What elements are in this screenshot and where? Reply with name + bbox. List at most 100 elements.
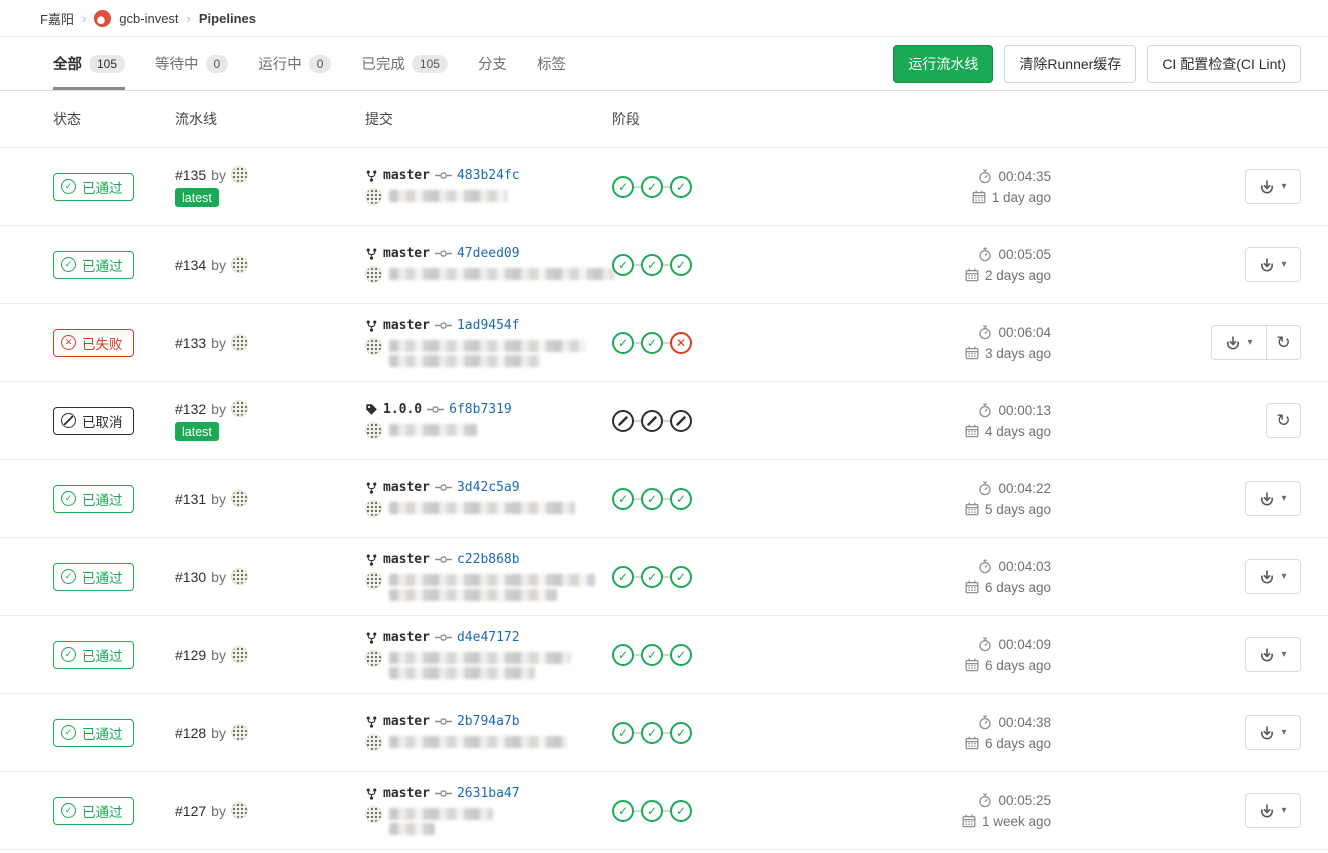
commit-sha-link[interactable]: 47deed09 <box>457 246 520 261</box>
artifacts-button[interactable]: ▾ <box>1245 247 1301 282</box>
stage-icon[interactable]: ✓ <box>641 488 663 510</box>
ref-link[interactable]: master <box>383 786 430 801</box>
ref-link[interactable]: master <box>383 480 430 495</box>
ref-link[interactable]: master <box>383 168 430 183</box>
ref-link[interactable]: master <box>383 630 430 645</box>
tab-all[interactable]: 全部 105 <box>53 37 125 90</box>
stage-icon[interactable]: ✕ <box>670 332 692 354</box>
user-avatar[interactable] <box>231 400 248 417</box>
status-badge[interactable]: ✓ 已通过 <box>53 797 134 825</box>
user-avatar[interactable] <box>231 166 248 183</box>
committer-avatar[interactable] <box>365 650 382 667</box>
tab-finished[interactable]: 已完成 105 <box>361 37 448 90</box>
commit-sha-link[interactable]: 1ad9454f <box>457 318 520 333</box>
tab-branches[interactable]: 分支 <box>478 37 507 90</box>
commit-sha-link[interactable]: 3d42c5a9 <box>457 480 520 495</box>
artifacts-button[interactable]: ▾ <box>1245 637 1301 672</box>
stage-icon[interactable]: ✓ <box>612 566 634 588</box>
clear-runner-cache-button[interactable]: 清除Runner缓存 <box>1004 45 1136 83</box>
user-avatar[interactable] <box>231 568 248 585</box>
stage-icon[interactable]: ✓ <box>641 800 663 822</box>
project-avatar[interactable] <box>94 10 111 27</box>
status-badge[interactable]: ✓ 已通过 <box>53 719 134 747</box>
user-avatar[interactable] <box>231 802 248 819</box>
commit-sha-link[interactable]: c22b868b <box>457 552 520 567</box>
status-badge[interactable]: ✓ 已通过 <box>53 485 134 513</box>
ref-link[interactable]: master <box>383 552 430 567</box>
artifacts-button[interactable]: ▾ <box>1245 793 1301 828</box>
status-badge[interactable]: ✓ 已通过 <box>53 641 134 669</box>
ref-link[interactable]: master <box>383 714 430 729</box>
artifacts-button[interactable]: ▾ <box>1245 481 1301 516</box>
ci-lint-button[interactable]: CI 配置检查(CI Lint) <box>1147 45 1301 83</box>
artifacts-button[interactable]: ▾ <box>1211 325 1267 360</box>
stage-icon[interactable] <box>670 410 692 432</box>
commit-sha-link[interactable]: d4e47172 <box>457 630 520 645</box>
ref-link[interactable]: master <box>383 246 430 261</box>
stage-icon[interactable]: ✓ <box>670 176 692 198</box>
stage-icon[interactable]: ✓ <box>612 722 634 744</box>
committer-avatar[interactable] <box>365 266 382 283</box>
ref-link[interactable]: master <box>383 318 430 333</box>
status-badge[interactable]: ✓ 已通过 <box>53 251 134 279</box>
stage-icon[interactable]: ✓ <box>641 644 663 666</box>
commit-sha-link[interactable]: 2b794a7b <box>457 714 520 729</box>
artifacts-button[interactable]: ▾ <box>1245 715 1301 750</box>
committer-avatar[interactable] <box>365 422 382 439</box>
stage-icon[interactable]: ✓ <box>612 254 634 276</box>
stage-icon[interactable]: ✓ <box>641 176 663 198</box>
commit-sha-link[interactable]: 483b24fc <box>457 168 520 183</box>
tab-tags[interactable]: 标签 <box>537 37 566 90</box>
pipeline-id-link[interactable]: #130 <box>175 569 206 585</box>
user-avatar[interactable] <box>231 256 248 273</box>
stage-icon[interactable] <box>612 410 634 432</box>
stage-icon[interactable]: ✓ <box>641 254 663 276</box>
pipeline-id-link[interactable]: #129 <box>175 647 206 663</box>
tab-pending[interactable]: 等待中 0 <box>155 37 228 90</box>
committer-avatar[interactable] <box>365 338 382 355</box>
stage-icon[interactable]: ✓ <box>670 722 692 744</box>
stage-icon[interactable]: ✓ <box>612 644 634 666</box>
user-avatar[interactable] <box>231 334 248 351</box>
status-badge[interactable]: ✓ 已通过 <box>53 173 134 201</box>
stage-icon[interactable]: ✓ <box>670 488 692 510</box>
stage-icon[interactable]: ✓ <box>641 332 663 354</box>
status-badge[interactable]: ✓ 已通过 <box>53 563 134 591</box>
pipeline-id-link[interactable]: #135 <box>175 167 206 183</box>
stage-icon[interactable]: ✓ <box>670 254 692 276</box>
stage-icon[interactable]: ✓ <box>641 722 663 744</box>
stage-icon[interactable]: ✓ <box>612 332 634 354</box>
stage-icon[interactable] <box>641 410 663 432</box>
breadcrumb-project-link[interactable]: gcb-invest <box>119 11 178 26</box>
pipeline-id-link[interactable]: #134 <box>175 257 206 273</box>
stage-icon[interactable]: ✓ <box>612 176 634 198</box>
stage-icon[interactable]: ✓ <box>641 566 663 588</box>
user-avatar[interactable] <box>231 724 248 741</box>
pipeline-id-link[interactable]: #127 <box>175 803 206 819</box>
artifacts-button[interactable]: ▾ <box>1245 559 1301 594</box>
status-badge[interactable]: ✕ 已失败 <box>53 329 134 357</box>
user-avatar[interactable] <box>231 490 248 507</box>
commit-sha-link[interactable]: 2631ba47 <box>457 786 520 801</box>
commit-sha-link[interactable]: 6f8b7319 <box>449 402 512 417</box>
retry-button[interactable]: ↻ <box>1266 325 1301 360</box>
pipeline-id-link[interactable]: #133 <box>175 335 206 351</box>
stage-icon[interactable]: ✓ <box>670 800 692 822</box>
stage-icon[interactable]: ✓ <box>612 488 634 510</box>
committer-avatar[interactable] <box>365 734 382 751</box>
ref-link[interactable]: 1.0.0 <box>383 402 422 417</box>
committer-avatar[interactable] <box>365 572 382 589</box>
run-pipeline-button[interactable]: 运行流水线 <box>893 45 993 83</box>
committer-avatar[interactable] <box>365 188 382 205</box>
committer-avatar[interactable] <box>365 500 382 517</box>
tab-running[interactable]: 运行中 0 <box>258 37 331 90</box>
user-avatar[interactable] <box>231 646 248 663</box>
retry-button[interactable]: ↻ <box>1266 403 1301 438</box>
pipeline-id-link[interactable]: #128 <box>175 725 206 741</box>
status-badge[interactable]: 已取消 <box>53 407 134 435</box>
breadcrumb-user-link[interactable]: F嘉阳 <box>40 9 74 28</box>
stage-icon[interactable]: ✓ <box>612 800 634 822</box>
stage-icon[interactable]: ✓ <box>670 644 692 666</box>
pipeline-id-link[interactable]: #132 <box>175 401 206 417</box>
stage-icon[interactable]: ✓ <box>670 566 692 588</box>
